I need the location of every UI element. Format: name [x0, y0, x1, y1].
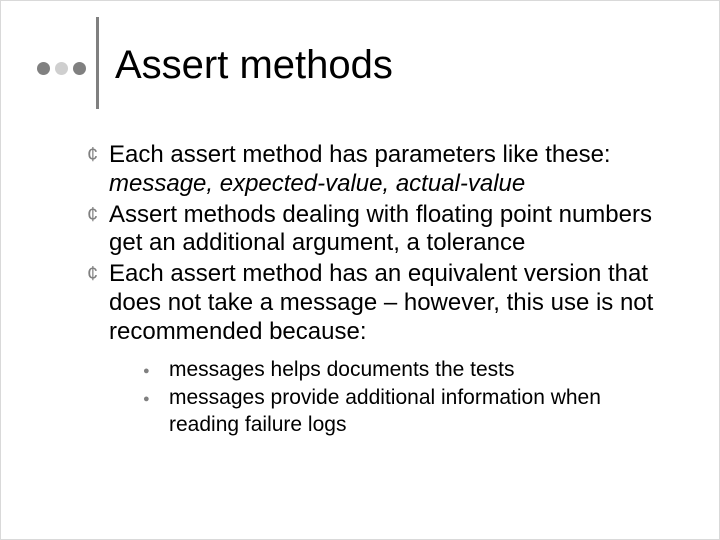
list-item: ¢ Each assert method has parameters like…: [87, 141, 669, 199]
list-item: ¢ Each assert method has an equivalent v…: [87, 260, 669, 346]
dot-icon: [73, 62, 86, 75]
bullet-list: ¢ Each assert method has parameters like…: [87, 141, 669, 347]
bullet-marker-icon: ¢: [87, 201, 109, 259]
slide-header: Assert methods: [37, 21, 679, 109]
bullet-marker-icon: ¢: [87, 141, 109, 199]
sub-bullet-list: ● messages helps documents the tests ● m…: [143, 357, 669, 440]
bullet-marker-icon: ¢: [87, 260, 109, 346]
slide-content: ¢ Each assert method has parameters like…: [37, 137, 679, 439]
vertical-rule-icon: [96, 17, 99, 109]
page-title: Assert methods: [115, 43, 393, 88]
sub-bullet-text: messages helps documents the tests: [169, 357, 669, 384]
decorative-dots: [37, 62, 86, 75]
sub-bullet-text: messages provide additional information …: [169, 385, 669, 439]
list-item: ¢ Assert methods dealing with floating p…: [87, 201, 669, 259]
bullet-text: Each assert method has an equivalent ver…: [109, 260, 669, 346]
sub-bullet-marker-icon: ●: [143, 357, 169, 384]
bullet-text: Each assert method has parameters like t…: [109, 141, 669, 199]
sub-bullet-marker-icon: ●: [143, 385, 169, 439]
dot-icon: [37, 62, 50, 75]
dot-icon: [55, 62, 68, 75]
list-item: ● messages helps documents the tests: [143, 357, 669, 384]
list-item: ● messages provide additional informatio…: [143, 385, 669, 439]
slide: Assert methods ¢ Each assert method has …: [0, 0, 720, 540]
bullet-text: Assert methods dealing with floating poi…: [109, 201, 669, 259]
